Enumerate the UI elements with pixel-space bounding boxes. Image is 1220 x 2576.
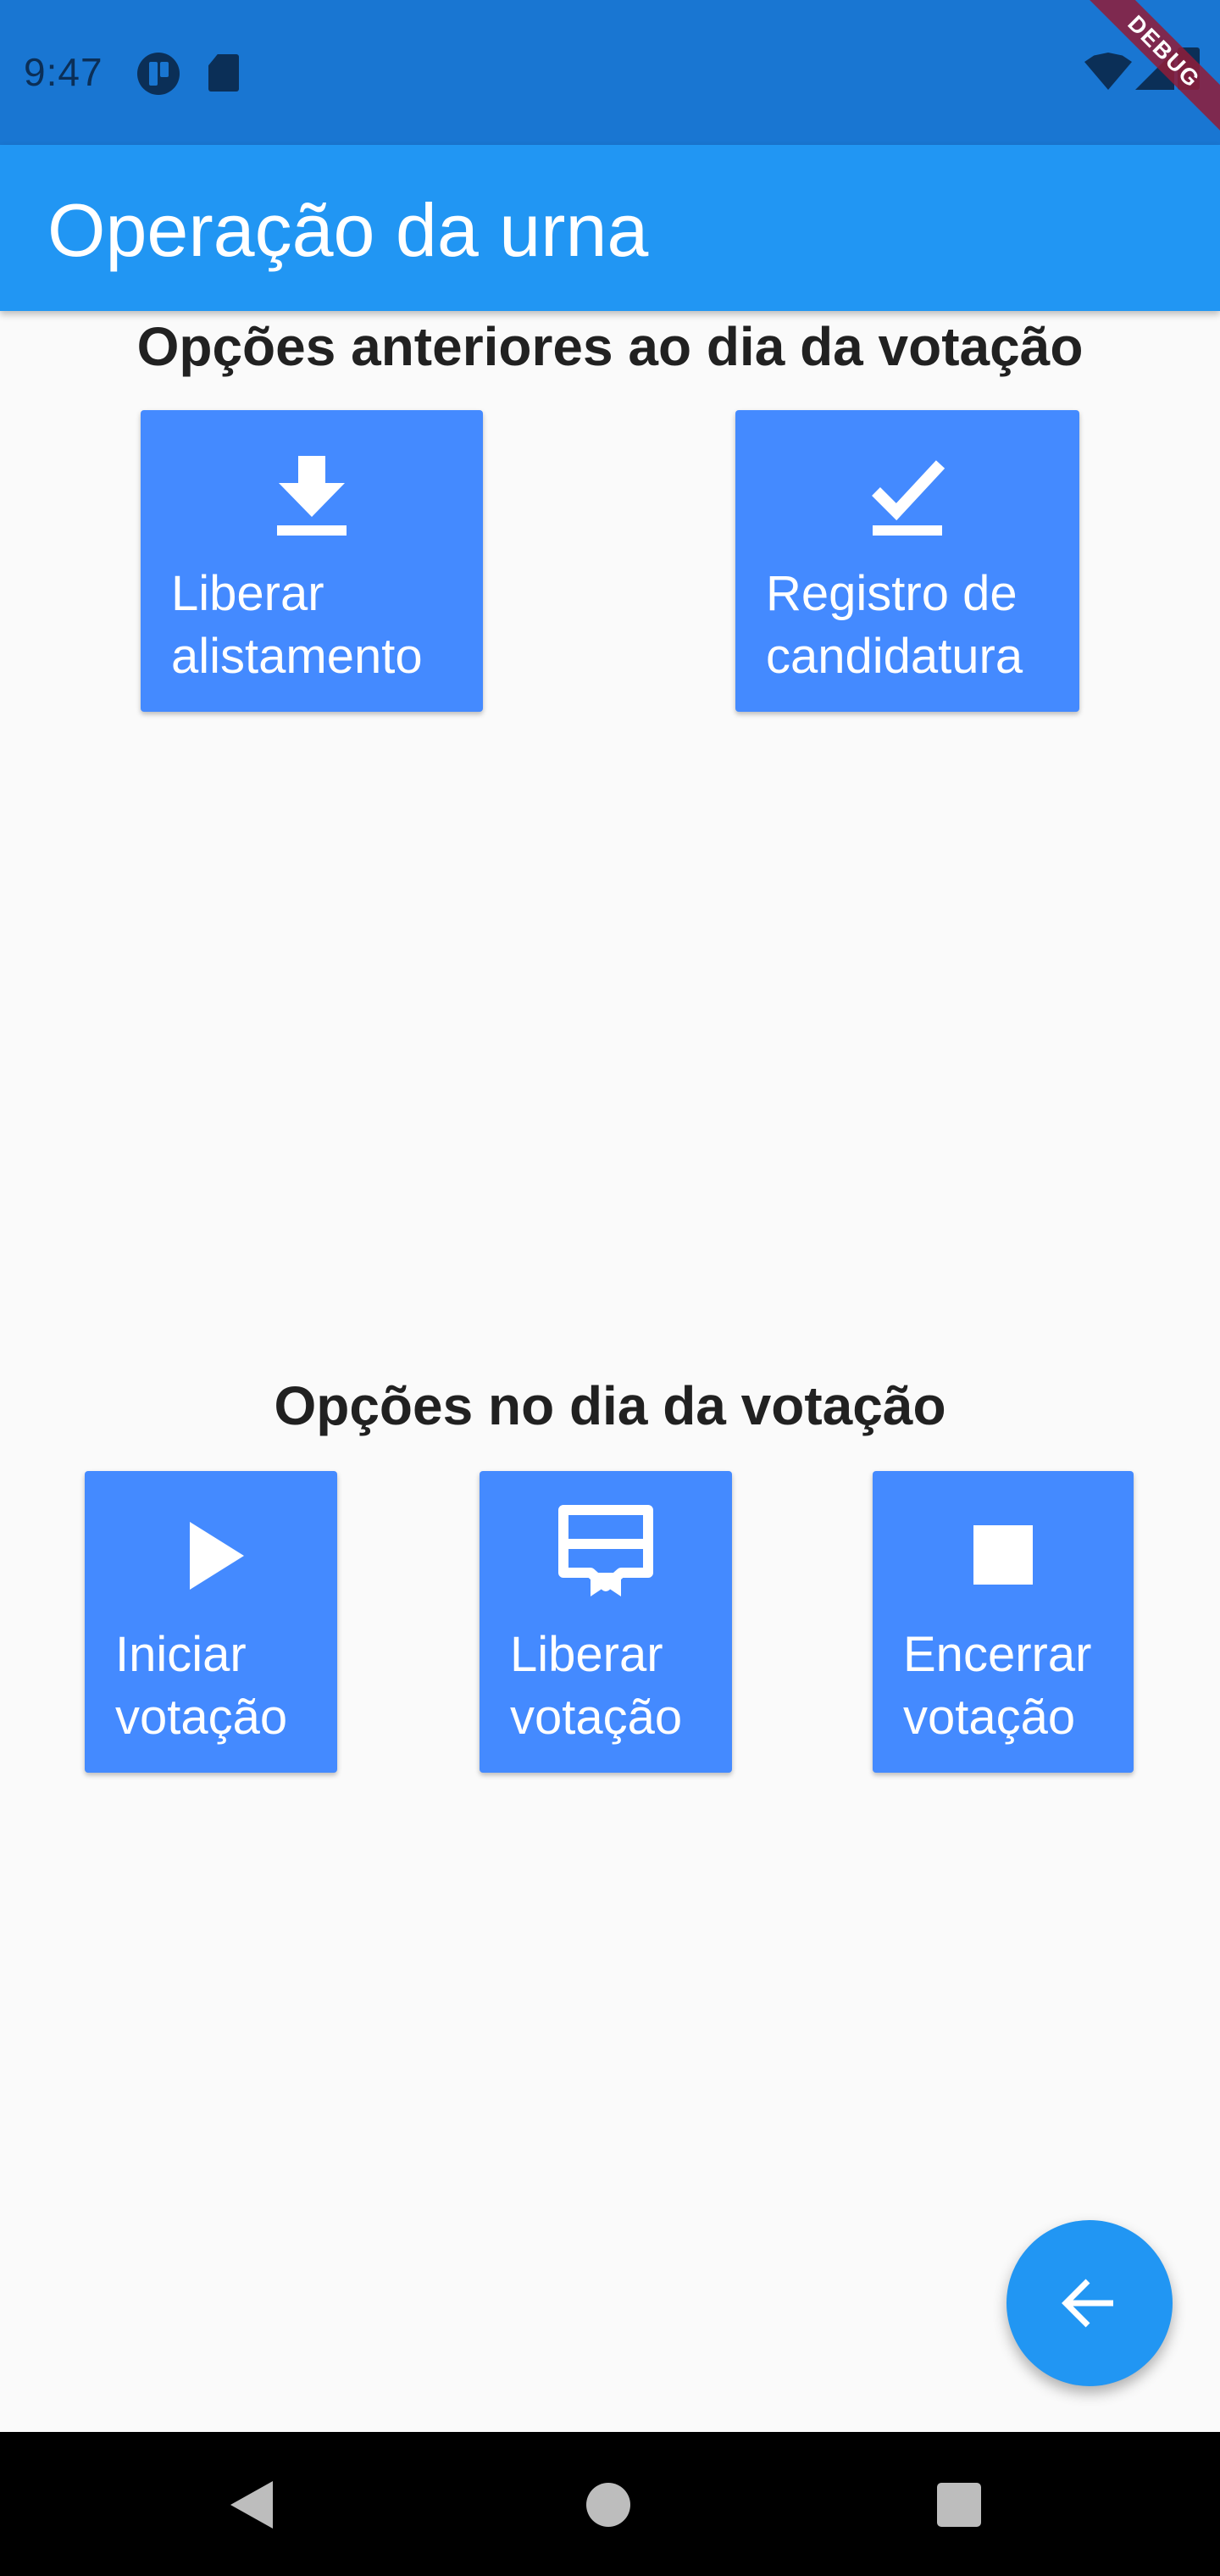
liberar-alistamento-label: Liberar alistamento bbox=[171, 566, 423, 684]
registro-candidatura-label: Registro de candidatura bbox=[766, 566, 1023, 684]
sd-card-icon bbox=[208, 54, 239, 92]
liberar-votacao-button[interactable]: Liberar votação bbox=[480, 1471, 732, 1773]
app-notification-icon bbox=[137, 53, 180, 95]
section-title-election-day: Opções no dia da votação bbox=[274, 1375, 946, 1436]
nav-back-icon[interactable] bbox=[230, 2481, 273, 2529]
encerrar-votacao-button[interactable]: Encerrar votação bbox=[873, 1471, 1134, 1773]
iniciar-votacao-button[interactable]: Iniciar votação bbox=[85, 1471, 337, 1773]
play-icon bbox=[190, 1522, 244, 1590]
app-bar: Operação da urna bbox=[0, 145, 1220, 311]
status-bar: 9:47 bbox=[0, 0, 1220, 145]
iniciar-votacao-label: Iniciar votação bbox=[115, 1627, 288, 1745]
liberar-votacao-label: Liberar votação bbox=[510, 1627, 683, 1745]
nav-recents-icon[interactable] bbox=[937, 2483, 981, 2527]
liberar-alistamento-button[interactable]: Liberar alistamento bbox=[141, 410, 483, 712]
registro-candidatura-button[interactable]: Registro de candidatura bbox=[735, 410, 1079, 712]
stop-icon bbox=[973, 1525, 1033, 1585]
check-icon bbox=[872, 460, 946, 536]
back-fab-button[interactable] bbox=[1006, 2220, 1173, 2386]
screen: 9:47 DEBUG Operação da urna Opções anter… bbox=[0, 0, 1220, 2576]
nav-home-icon[interactable] bbox=[586, 2483, 630, 2527]
section-title-before-election: Opções anteriores ao dia da votação bbox=[136, 316, 1084, 377]
page-title: Operação da urna bbox=[47, 188, 649, 272]
arrow-back-icon bbox=[1062, 2279, 1113, 2328]
wifi-icon bbox=[1084, 53, 1132, 90]
download-icon bbox=[277, 456, 347, 536]
status-time: 9:47 bbox=[24, 50, 103, 94]
navigation-bar bbox=[0, 2432, 1220, 2576]
card-membership-icon bbox=[558, 1505, 653, 1596]
encerrar-votacao-label: Encerrar votação bbox=[903, 1627, 1092, 1745]
